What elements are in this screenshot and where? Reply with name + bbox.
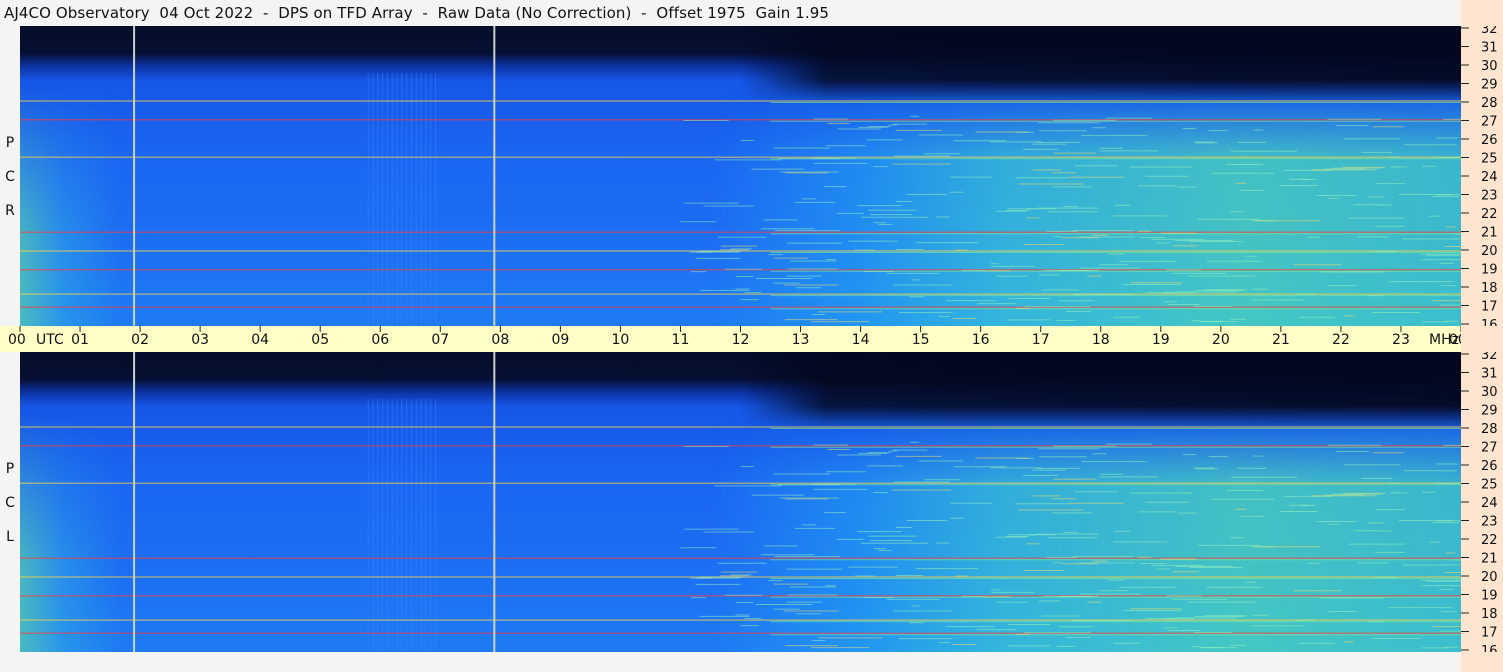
mhz-unit-label: MHz bbox=[1429, 332, 1459, 348]
rcp-spectrogram bbox=[20, 26, 1461, 326]
freq-tick-label: 32 bbox=[1481, 352, 1498, 363]
lcp-spectrogram bbox=[20, 352, 1461, 652]
frequency-axis-bottom: 32 31 30 29 28 27 26 25 24 23 22 21 20 19 18 17 16 bbox=[1461, 352, 1503, 652]
freq-tick-label: 27 bbox=[1481, 441, 1498, 456]
freq-tick-label: 25 bbox=[1481, 152, 1498, 167]
freq-tick-label: 27 bbox=[1481, 115, 1498, 130]
freq-tick-label: 24 bbox=[1481, 170, 1498, 185]
time-tick-label: 21 bbox=[1272, 332, 1290, 348]
time-tick-label: 15 bbox=[912, 332, 930, 348]
time-tick-label: 01 bbox=[71, 332, 89, 348]
freq-tick-label: 26 bbox=[1481, 133, 1498, 148]
lcp-label-letter: C bbox=[5, 495, 15, 511]
freq-tick-label: 25 bbox=[1481, 478, 1498, 493]
freq-tick-label: 28 bbox=[1481, 96, 1498, 111]
time-tick-label: 13 bbox=[792, 332, 810, 348]
plot-title: AJ4CO Observatory 04 Oct 2022 - DPS on T… bbox=[4, 4, 830, 22]
freq-tick-label: 31 bbox=[1481, 41, 1498, 56]
time-tick-label: 11 bbox=[672, 332, 690, 348]
time-tick-label: 12 bbox=[732, 332, 750, 348]
freq-tick-label: 26 bbox=[1481, 459, 1498, 474]
time-tick-label: 17 bbox=[1032, 332, 1050, 348]
freq-tick-label: 16 bbox=[1481, 318, 1498, 326]
freq-tick-label: 20 bbox=[1481, 570, 1498, 585]
time-axis: 00 01 02 03 04 05 06 07 08 09 10 11 12 13 14 15 16 17 18 19… bbox=[0, 326, 1461, 352]
axis-corner-bottom bbox=[1461, 652, 1503, 672]
time-tick-label: 09 bbox=[551, 332, 569, 348]
time-tick-label: 16 bbox=[972, 332, 990, 348]
time-tick-label: 00 bbox=[8, 332, 26, 348]
freq-tick-label: 18 bbox=[1481, 281, 1498, 296]
rcp-label-letter: C bbox=[5, 169, 15, 185]
freq-tick-label: 29 bbox=[1481, 78, 1498, 93]
time-tick-label: 20 bbox=[1212, 332, 1230, 348]
time-tick-label: 05 bbox=[311, 332, 329, 348]
freq-tick-label: 17 bbox=[1481, 626, 1498, 641]
frequency-axis-top: 32 31 30 29 28 27 26 25 24 23 22 21 20 19 18 17 16 bbox=[1461, 26, 1503, 326]
frequency-axis-ticks: 32 31 30 29 28 27 26 25 24 23 22 21 20 19 18 17 16 bbox=[1461, 26, 1498, 326]
time-tick-label: 14 bbox=[852, 332, 870, 348]
freq-tick-label: 30 bbox=[1481, 59, 1498, 74]
freq-tick-label: 19 bbox=[1481, 263, 1498, 278]
lcp-overlay bbox=[20, 352, 1461, 652]
time-tick-label: 06 bbox=[371, 332, 389, 348]
time-tick-label: 02 bbox=[131, 332, 149, 348]
freq-tick-label: 23 bbox=[1481, 189, 1498, 204]
time-tick-label: 07 bbox=[431, 332, 449, 348]
freq-tick-label: 16 bbox=[1481, 644, 1498, 652]
freq-tick-label: 32 bbox=[1481, 26, 1498, 37]
lcp-label-letter: L bbox=[6, 529, 14, 545]
rcp-label-letter: R bbox=[5, 203, 15, 219]
freq-tick-label: 20 bbox=[1481, 244, 1498, 259]
freq-tick-label: 31 bbox=[1481, 367, 1498, 382]
freq-tick-label: 29 bbox=[1481, 404, 1498, 419]
time-tick-label: 23 bbox=[1392, 332, 1410, 348]
time-tick-label: 22 bbox=[1332, 332, 1350, 348]
rcp-label: P C R bbox=[0, 126, 20, 228]
time-tick-label: 19 bbox=[1152, 332, 1170, 348]
freq-tick-label: 21 bbox=[1481, 552, 1498, 567]
freq-tick-label: 18 bbox=[1481, 607, 1498, 622]
freq-tick-label: 30 bbox=[1481, 385, 1498, 400]
time-tick-label: 18 bbox=[1092, 332, 1110, 348]
freq-tick-label: 23 bbox=[1481, 515, 1498, 530]
time-tick-label: 08 bbox=[491, 332, 509, 348]
utc-label: UTC bbox=[36, 332, 64, 348]
frequency-axis-ticks: 32 31 30 29 28 27 26 25 24 23 22 21 20 19 18 17 16 bbox=[1461, 352, 1498, 652]
time-tick-label: 10 bbox=[612, 332, 630, 348]
time-tick-label: 03 bbox=[191, 332, 209, 348]
lcp-label-letter: P bbox=[5, 461, 15, 477]
axis-corner-mid bbox=[1461, 326, 1503, 352]
freq-tick-label: 22 bbox=[1481, 207, 1498, 222]
lcp-label: P C L bbox=[0, 452, 20, 554]
axis-corner-top bbox=[1461, 0, 1503, 26]
freq-tick-label: 28 bbox=[1481, 422, 1498, 437]
freq-tick-label: 19 bbox=[1481, 589, 1498, 604]
freq-tick-label: 22 bbox=[1481, 533, 1498, 548]
time-tick-label: 04 bbox=[251, 332, 269, 348]
freq-tick-label: 24 bbox=[1481, 496, 1498, 511]
rcp-overlay bbox=[20, 26, 1461, 326]
time-axis-ticks: 00 01 02 03 04 05 06 07 08 09 10 11 12 13 14 15 16 17 18 19… bbox=[8, 326, 1461, 348]
rcp-label-letter: P bbox=[5, 135, 15, 151]
freq-tick-label: 21 bbox=[1481, 226, 1498, 241]
freq-tick-label: 17 bbox=[1481, 300, 1498, 315]
